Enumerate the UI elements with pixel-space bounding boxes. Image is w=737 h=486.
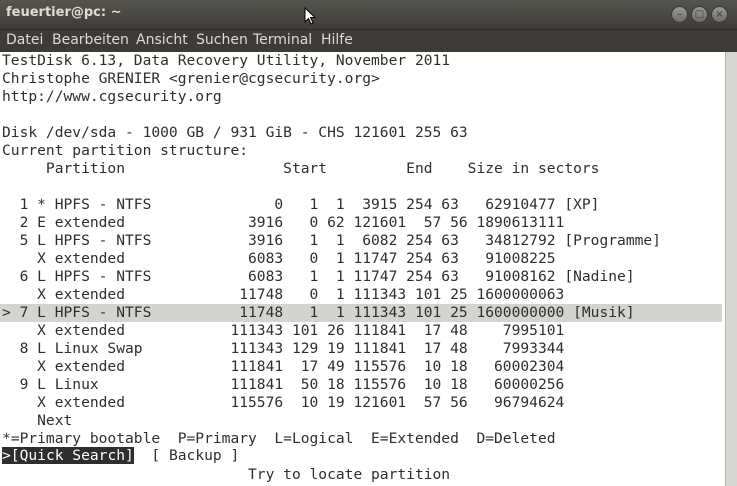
quick-search-label: [Quick Search] <box>10 447 134 464</box>
maximize-icon[interactable]: □ <box>691 6 708 23</box>
status-hint: Try to locate partition <box>2 466 451 483</box>
partition-row[interactable]: 2 E extended 3916 0 62 121601 57 56 1890… <box>2 214 565 232</box>
partition-row[interactable]: X extended 111343 101 26 111841 17 48 79… <box>2 322 564 340</box>
menu-suchen[interactable]: Suchen <box>196 32 248 48</box>
scrollbar[interactable] <box>725 52 737 486</box>
next-option[interactable]: Next <box>2 412 72 430</box>
legend-line: *=Primary bootable P=Primary L=Logical E… <box>2 430 556 447</box>
window-controls: – □ × <box>671 6 728 23</box>
minimize-icon[interactable]: – <box>671 6 688 23</box>
partition-row[interactable]: X extended 6083 0 1 11747 254 63 9100822… <box>2 250 555 268</box>
terminal-line: Partition Start End Size in sectors <box>2 160 600 177</box>
partition-row[interactable]: X extended 11748 0 1 111343 101 25 16000… <box>2 286 564 304</box>
menu-terminal[interactable]: Terminal <box>253 32 312 48</box>
partition-row[interactable]: 8 L Linux Swap 111343 129 19 111841 17 4… <box>2 340 565 358</box>
partition-row[interactable]: 5 L HPFS - NTFS 3916 1 1 6082 254 63 348… <box>2 232 661 250</box>
partition-row[interactable]: X extended 115576 10 19 121601 57 56 967… <box>2 394 564 412</box>
terminal-line: Current partition structure: <box>2 142 249 159</box>
terminal-line: http://www.cgsecurity.org <box>2 88 222 105</box>
partition-row-selected[interactable]: > 7 L HPFS - NTFS 11748 1 1 111343 101 2… <box>2 304 635 322</box>
menu-datei[interactable]: Datei <box>6 32 43 48</box>
menu-ansicht[interactable]: Ansicht <box>136 32 188 48</box>
partition-row[interactable]: 6 L HPFS - NTFS 6083 1 1 11747 254 63 91… <box>2 268 635 286</box>
quick-search-button[interactable]: >[Quick Search] <box>2 447 134 464</box>
partition-row[interactable]: 1 * HPFS - NTFS 0 1 1 3915 254 63 629104… <box>2 196 600 214</box>
terminal-line: TestDisk 6.13, Data Recovery Utility, No… <box>2 52 451 69</box>
terminal-window: feuertier@pc: ~ – □ × Datei Bearbeiten A… <box>0 0 737 486</box>
selection-marker: > <box>2 447 11 464</box>
terminal-line: Christophe GRENIER <grenier@cgsecurity.o… <box>2 70 380 87</box>
close-icon[interactable]: × <box>711 6 728 23</box>
window-title: feuertier@pc: ~ <box>6 5 122 20</box>
terminal-content[interactable]: TestDisk 6.13, Data Recovery Utility, No… <box>0 52 725 486</box>
mouse-cursor-icon <box>304 7 316 25</box>
partition-row[interactable]: 9 L Linux 111841 50 18 115576 10 18 6000… <box>2 376 565 394</box>
terminal-line: Disk /dev/sda - 1000 GB / 931 GiB - CHS … <box>2 124 468 141</box>
backup-button[interactable]: [ Backup ] <box>134 447 239 464</box>
partition-row[interactable]: X extended 111841 17 49 115576 10 18 600… <box>2 358 564 376</box>
title-bar[interactable]: feuertier@pc: ~ – □ × <box>0 0 737 30</box>
menu-bearbeiten[interactable]: Bearbeiten <box>52 32 129 48</box>
menu-hilfe[interactable]: Hilfe <box>321 32 353 48</box>
menu-bar: Datei Bearbeiten Ansicht Suchen Terminal… <box>0 30 737 52</box>
action-line: >[Quick Search] [ Backup ] <box>2 447 239 464</box>
